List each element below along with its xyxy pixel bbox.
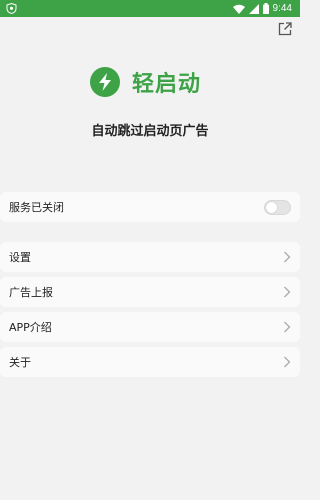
status-bar: 9:44 — [0, 0, 300, 17]
status-time: 9:44 — [272, 3, 292, 14]
service-status-label: 服务已关闭 — [9, 201, 64, 214]
menu-item-label: 设置 — [9, 251, 31, 264]
external-link-icon[interactable] — [278, 22, 292, 36]
lightning-icon — [99, 73, 111, 91]
chevron-right-icon — [284, 251, 291, 263]
app-logo — [90, 67, 120, 97]
app-name: 轻启动 — [132, 72, 202, 97]
chevron-right-icon — [284, 286, 291, 298]
menu-item-label: 广告上报 — [9, 286, 53, 299]
menu-item-label: 关于 — [9, 356, 31, 369]
signal-icon — [248, 3, 259, 14]
app-tagline: 自动跳过启动页广告 — [91, 124, 209, 139]
app-brand: 轻启动 — [90, 66, 201, 98]
toggle-knob — [266, 201, 277, 213]
chevron-right-icon — [284, 356, 291, 368]
menu-item-about[interactable]: 关于 — [0, 347, 300, 377]
shield-icon — [6, 3, 17, 14]
service-toggle-row[interactable]: 服务已关闭 — [0, 192, 300, 222]
menu-item-app-intro[interactable]: APP介绍 — [0, 312, 300, 342]
chevron-right-icon — [284, 321, 291, 333]
service-toggle[interactable] — [264, 199, 291, 215]
menu-item-ad-report[interactable]: 广告上报 — [0, 277, 300, 307]
wifi-icon — [232, 4, 245, 14]
battery-icon — [262, 3, 269, 14]
menu-item-settings[interactable]: 设置 — [0, 242, 300, 272]
menu-item-label: APP介绍 — [9, 321, 52, 334]
